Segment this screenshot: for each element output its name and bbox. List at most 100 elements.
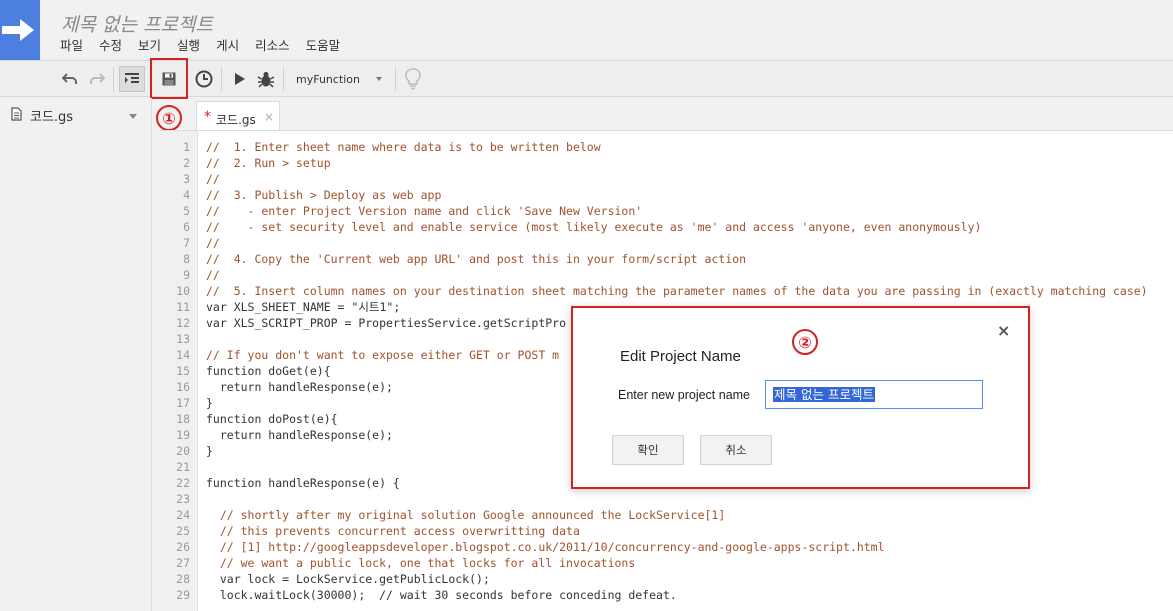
code-line[interactable]: // 3. Publish > Deploy as web app xyxy=(206,187,441,203)
line-number: 1 xyxy=(183,140,190,154)
line-number: 17 xyxy=(176,396,190,410)
line-number: 22 xyxy=(176,476,190,490)
line-number: 16 xyxy=(176,380,190,394)
line-number: 28 xyxy=(176,572,190,586)
code-line[interactable]: // xyxy=(206,235,220,251)
line-number: 2 xyxy=(183,156,190,170)
indent-button[interactable] xyxy=(119,66,145,92)
line-number: 3 xyxy=(183,172,190,186)
code-line[interactable]: // 2. Run > setup xyxy=(206,155,331,171)
edit-project-name-dialog: Edit Project Name ② × Enter new project … xyxy=(571,306,1030,489)
undo-button[interactable] xyxy=(57,66,83,92)
line-number-gutter: 1 2 3 4 5 6 7 8 9 10 11 12 13 14 15 16 17 18 19 20 21 22 23 24 2… xyxy=(160,131,198,611)
line-number: 8 xyxy=(183,252,190,266)
line-number: 20 xyxy=(176,444,190,458)
code-line[interactable]: function doGet(e){ xyxy=(206,363,331,379)
line-number: 23 xyxy=(176,492,190,506)
menu-run[interactable]: 실행 xyxy=(169,38,208,54)
line-number: 24 xyxy=(176,508,190,522)
code-line[interactable]: var XLS_SHEET_NAME = "시트1"; xyxy=(206,299,400,315)
indent-icon xyxy=(125,73,139,83)
line-number: 7 xyxy=(183,236,190,250)
tab-code-gs[interactable]: * 코드.gs × xyxy=(196,101,280,131)
clock-icon xyxy=(195,70,213,88)
tab-close-icon[interactable]: × xyxy=(264,110,274,124)
lightbulb-icon xyxy=(405,68,421,90)
toolbar-divider xyxy=(283,67,284,91)
line-number: 27 xyxy=(176,556,190,570)
menu-resources[interactable]: 리소스 xyxy=(247,38,298,54)
code-line[interactable]: function doPost(e){ xyxy=(206,411,338,427)
debug-button[interactable] xyxy=(253,66,279,92)
code-line[interactable]: // 4. Copy the 'Current web app URL' and… xyxy=(206,251,746,267)
line-number: 15 xyxy=(176,364,190,378)
line-number: 26 xyxy=(176,540,190,554)
menu-publish[interactable]: 게시 xyxy=(208,38,247,54)
redo-button[interactable] xyxy=(84,66,110,92)
dialog-close-icon[interactable]: × xyxy=(997,321,1010,340)
bug-icon xyxy=(257,72,275,88)
cancel-button[interactable]: 취소 xyxy=(700,435,772,465)
save-button-highlight xyxy=(150,58,188,99)
chevron-down-icon xyxy=(376,77,382,81)
code-line[interactable]: } xyxy=(206,443,213,459)
code-line[interactable]: lock.waitLock(30000); // wait 30 seconds… xyxy=(206,587,677,603)
project-name-label: Enter new project name xyxy=(618,388,751,402)
redo-icon xyxy=(90,73,105,84)
code-line[interactable]: // 5. Insert column names on your destin… xyxy=(206,283,1148,299)
project-title[interactable]: 제목 없는 프로젝트 xyxy=(61,10,213,37)
chevron-down-icon[interactable] xyxy=(129,114,137,119)
sidebar-file-label: 코드.gs xyxy=(30,110,74,125)
project-name-input-value: 제목 없는 프로젝트 xyxy=(773,387,875,402)
tab-label: 코드.gs xyxy=(216,113,256,127)
arrow-right-icon xyxy=(2,19,34,41)
code-line[interactable]: return handleResponse(e); xyxy=(206,379,393,395)
menu-file[interactable]: 파일 xyxy=(52,38,91,54)
dialog-title: Edit Project Name xyxy=(620,348,741,365)
code-line[interactable]: // [1] http://googleappsdeveloper.blogsp… xyxy=(206,539,885,555)
code-line[interactable]: // 1. Enter sheet name where data is to … xyxy=(206,139,601,155)
line-number: 11 xyxy=(176,300,190,314)
line-number: 9 xyxy=(183,268,190,282)
step-marker-2: ② xyxy=(792,329,818,355)
sidebar-file-code-gs[interactable]: 코드.gs xyxy=(0,104,150,126)
toolbar-divider xyxy=(221,67,222,91)
undo-icon xyxy=(62,73,77,84)
code-line[interactable]: function handleResponse(e) { xyxy=(206,475,400,491)
ok-button[interactable]: 확인 xyxy=(612,435,684,465)
code-line[interactable]: } xyxy=(206,395,213,411)
code-line[interactable]: // shortly after my original solution Go… xyxy=(206,507,725,523)
line-number: 18 xyxy=(176,412,190,426)
code-line[interactable]: // xyxy=(206,267,220,283)
play-icon xyxy=(235,73,245,85)
code-line[interactable]: // - enter Project Version name and clic… xyxy=(206,203,642,219)
line-number: 13 xyxy=(176,332,190,346)
menu-help[interactable]: 도움말 xyxy=(298,38,349,54)
menu-edit[interactable]: 수정 xyxy=(91,38,130,54)
menu-view[interactable]: 보기 xyxy=(130,38,169,54)
modified-indicator: * xyxy=(204,109,211,125)
code-line[interactable]: // - set security level and enable servi… xyxy=(206,219,981,235)
lightbulb-button[interactable] xyxy=(400,66,426,92)
code-line[interactable]: var XLS_SCRIPT_PROP = PropertiesService.… xyxy=(206,315,566,331)
code-line[interactable]: return handleResponse(e); xyxy=(206,427,393,443)
header: 제목 없는 프로젝트 파일 수정 보기 실행 게시 리소스 도움말 xyxy=(0,0,1173,62)
line-number: 14 xyxy=(176,348,190,362)
triggers-button[interactable] xyxy=(191,66,217,92)
code-line[interactable]: // If you don't want to expose either GE… xyxy=(206,347,559,363)
line-number: 21 xyxy=(176,460,190,474)
apps-script-logo[interactable] xyxy=(0,0,40,60)
toolbar-divider xyxy=(395,67,396,91)
file-sidebar: 코드.gs xyxy=(0,98,152,611)
menu-bar: 파일 수정 보기 실행 게시 리소스 도움말 xyxy=(52,38,348,54)
apps-script-editor: 제목 없는 프로젝트 파일 수정 보기 실행 게시 리소스 도움말 myFunc… xyxy=(0,0,1173,611)
code-line[interactable]: var lock = LockService.getPublicLock(); xyxy=(206,571,490,587)
line-number: 10 xyxy=(176,284,190,298)
line-number: 29 xyxy=(176,588,190,602)
run-button[interactable] xyxy=(227,66,253,92)
code-line[interactable]: // xyxy=(206,171,220,187)
code-line[interactable]: // this prevents concurrent access overw… xyxy=(206,523,580,539)
code-line[interactable]: // we want a public lock, one that locks… xyxy=(206,555,635,571)
tab-bar: * 코드.gs × xyxy=(160,98,1173,131)
line-number: 12 xyxy=(176,316,190,330)
